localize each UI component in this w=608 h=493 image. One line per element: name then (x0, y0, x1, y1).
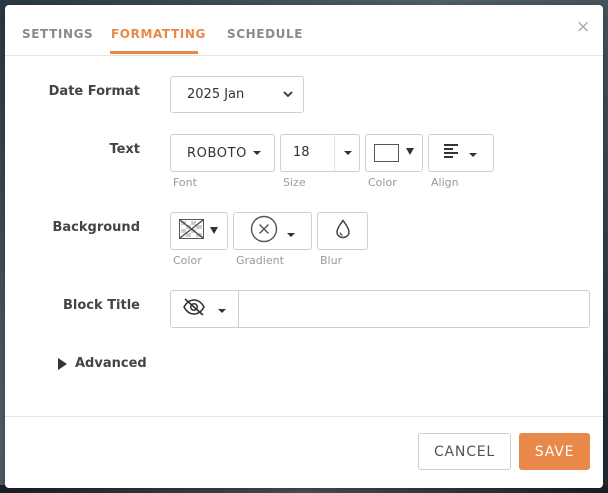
chevron-down-icon (283, 87, 293, 102)
advanced-toggle[interactable]: Advanced (58, 356, 147, 371)
chevron-down-icon (287, 233, 295, 237)
blur-sublabel: Blur (320, 254, 343, 267)
formatting-dialog: SETTINGS FORMATTING SCHEDULE × Date Form… (5, 5, 603, 488)
close-icon[interactable]: × (576, 17, 590, 37)
font-sublabel: Font (173, 176, 197, 189)
tab-bar: SETTINGS FORMATTING SCHEDULE (5, 5, 603, 56)
color-swatch (374, 144, 399, 162)
background-label: Background (52, 220, 141, 235)
save-button[interactable]: SAVE (519, 433, 590, 470)
eye-off-icon (182, 298, 206, 320)
active-tab-indicator (110, 51, 198, 54)
cancel-button[interactable]: CANCEL (418, 433, 511, 470)
no-color-icon (179, 219, 204, 243)
chevron-down-icon (218, 309, 226, 313)
block-title-field (170, 290, 590, 328)
triangle-right-icon (58, 357, 67, 370)
font-value: ROBOTO (187, 145, 247, 161)
block-title-label: Block Title (63, 298, 140, 313)
tab-formatting[interactable]: FORMATTING (111, 27, 206, 41)
tab-settings[interactable]: SETTINGS (22, 27, 93, 41)
text-label: Text (109, 142, 140, 157)
chevron-down-icon (469, 153, 477, 157)
date-format-select[interactable]: 2025 Jan (170, 76, 304, 113)
background-color-picker[interactable] (170, 212, 228, 250)
size-value: 18 (281, 135, 335, 171)
tab-schedule[interactable]: SCHEDULE (227, 27, 303, 41)
gradient-sublabel: Gradient (236, 254, 284, 267)
gradient-select[interactable] (233, 212, 312, 250)
advanced-label: Advanced (75, 356, 147, 371)
chevron-down-icon[interactable] (344, 151, 352, 155)
align-select[interactable] (428, 134, 494, 172)
droplet-icon (335, 219, 351, 243)
text-color-sublabel: Color (368, 176, 397, 189)
chevron-down-icon (406, 147, 414, 155)
font-select[interactable]: ROBOTO (170, 134, 275, 172)
size-sublabel: Size (283, 176, 306, 189)
background-color-sublabel: Color (173, 254, 202, 267)
block-title-input[interactable] (239, 291, 589, 327)
no-gradient-icon (250, 215, 278, 247)
chevron-down-icon (252, 151, 261, 155)
date-format-value: 2025 Jan (187, 87, 245, 102)
size-stepper[interactable]: 18 (280, 134, 360, 172)
date-format-label: Date Format (48, 84, 140, 99)
align-left-icon (444, 144, 460, 162)
footer-divider (5, 416, 603, 417)
align-sublabel: Align (431, 176, 459, 189)
title-visibility-toggle[interactable] (171, 291, 239, 327)
text-color-picker[interactable] (365, 134, 423, 172)
blur-button[interactable] (317, 212, 368, 250)
chevron-down-icon (210, 226, 218, 234)
